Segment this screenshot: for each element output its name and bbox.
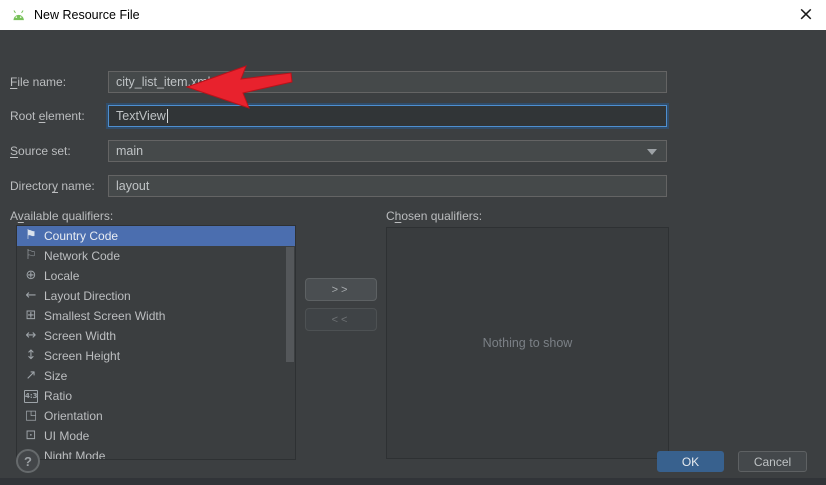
root-element-label: Root element:: [10, 109, 85, 123]
qualifier-item[interactable]: ↕ Screen Height: [17, 346, 295, 366]
root-element-input[interactable]: TextView: [108, 105, 667, 127]
smallest-screen-width-icon: ⊞: [25, 308, 37, 323]
qualifier-item[interactable]: ⊞ Smallest Screen Width: [17, 306, 295, 326]
qualifier-item[interactable]: ⊕ Locale: [17, 266, 295, 286]
orientation-icon: ◳: [24, 408, 38, 423]
new-resource-file-dialog: New Resource File × File name: Root elem…: [0, 0, 826, 485]
available-qualifiers-list: ⚑ Country Code ⚐ Network Code ⊕ Locale ←…: [16, 225, 296, 460]
source-set-dropdown[interactable]: main: [108, 140, 667, 162]
qualifier-item-label: Screen Height: [44, 349, 121, 363]
android-studio-icon: [13, 9, 24, 20]
ui-mode-icon: ⊡: [25, 428, 37, 443]
help-button[interactable]: ?: [16, 449, 40, 473]
dialog-title: New Resource File: [34, 8, 140, 22]
qualifier-item-label: Screen Width: [44, 329, 117, 343]
source-set-value: main: [116, 144, 144, 158]
list-scrollbar-thumb[interactable]: [286, 247, 294, 362]
chevron-down-icon: [647, 149, 657, 155]
qualifier-item-label: Locale: [44, 269, 80, 283]
qualifier-item[interactable]: ↗ Size: [17, 366, 295, 386]
window-bottom-edge: [0, 478, 826, 485]
qualifier-item-label: UI Mode: [44, 429, 90, 443]
qualifier-item-label: Night Mode: [44, 449, 106, 460]
chosen-qualifiers-label: Chosen qualifiers:: [386, 209, 483, 223]
qualifier-item-label: Ratio: [44, 389, 73, 403]
dialog-body: File name: Root element: TextView Source…: [0, 30, 826, 485]
text-caret: [166, 109, 168, 123]
qualifier-item-label: Country Code: [44, 229, 119, 243]
qualifier-item-label: Orientation: [44, 409, 103, 423]
qualifier-item[interactable]: ⚑ Country Code: [17, 226, 295, 246]
qualifier-item[interactable]: 4:3 Ratio: [17, 386, 295, 406]
country-code-icon: ⚑: [25, 228, 37, 243]
ok-button[interactable]: OK: [657, 451, 724, 472]
cancel-button[interactable]: Cancel: [738, 451, 807, 472]
qualifier-item[interactable]: ⚐ Network Code: [17, 246, 295, 266]
screen-height-icon: ↕: [25, 348, 37, 363]
root-element-value: TextView: [116, 109, 166, 123]
ratio-icon: 4:3: [24, 389, 38, 403]
network-code-icon: ⚐: [25, 248, 37, 263]
close-icon[interactable]: ×: [790, 0, 822, 29]
file-name-input[interactable]: [108, 71, 667, 93]
available-qualifiers-label: Available qualifiers:: [10, 209, 114, 223]
qualifier-item[interactable]: ↔ Screen Width: [17, 326, 295, 346]
size-icon: ↗: [25, 368, 37, 383]
source-set-label: Source set:: [10, 144, 71, 158]
add-qualifier-button[interactable]: >>: [305, 278, 377, 301]
qualifier-item-label: Network Code: [44, 249, 121, 263]
qualifier-item[interactable]: ◐ Night Mode: [17, 446, 295, 460]
screen-width-icon: ↔: [25, 328, 37, 343]
dialog-titlebar: New Resource File ×: [0, 0, 826, 30]
file-name-label: File name:: [10, 75, 67, 89]
qualifier-item-label: Smallest Screen Width: [44, 309, 166, 323]
qualifier-item-label: Size: [44, 369, 68, 383]
empty-state-text: Nothing to show: [482, 336, 573, 350]
directory-name-label: Directory name:: [10, 179, 95, 193]
qualifier-item[interactable]: ⊡ UI Mode: [17, 426, 295, 446]
locale-icon: ⊕: [25, 268, 37, 283]
qualifier-item[interactable]: ◳ Orientation: [17, 406, 295, 426]
qualifier-item-label: Layout Direction: [44, 289, 131, 303]
qualifier-item[interactable]: ← Layout Direction: [17, 286, 295, 306]
remove-qualifier-button[interactable]: <<: [305, 308, 377, 331]
chosen-qualifiers-panel: Nothing to show: [386, 227, 669, 459]
layout-direction-icon: ←: [25, 288, 37, 303]
directory-name-input[interactable]: [108, 175, 667, 197]
